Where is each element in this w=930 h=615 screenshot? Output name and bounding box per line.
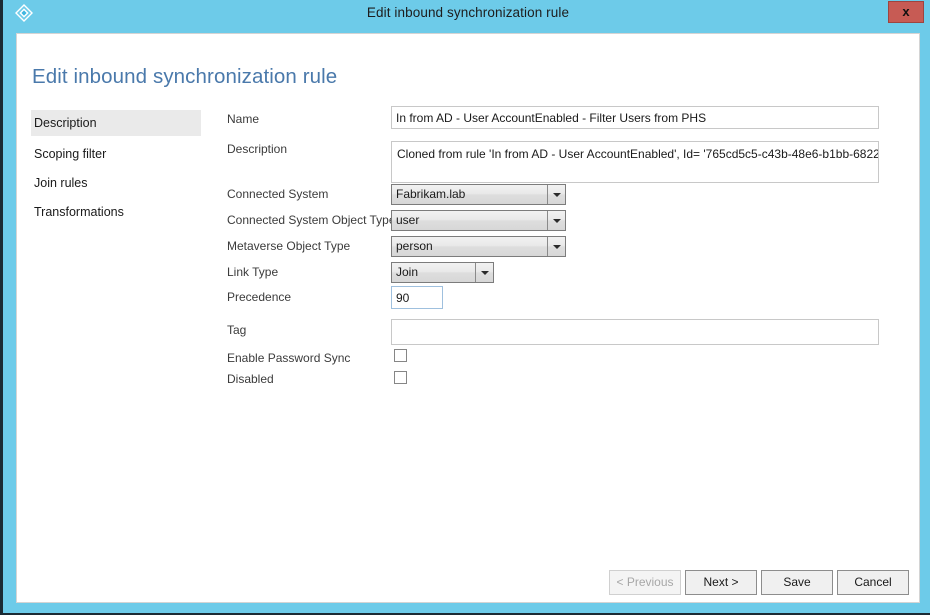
precedence-input[interactable] [391,286,443,309]
tag-label: Tag [227,323,247,337]
name-input[interactable] [391,106,879,129]
connected-system-object-type-label: Connected System Object Type [227,213,396,227]
connected-system-object-type-value: user [396,213,420,227]
link-type-label: Link Type [227,265,279,279]
tag-input[interactable] [391,319,879,345]
next-button[interactable]: Next > [685,570,757,595]
chevron-down-icon [547,185,565,204]
chevron-down-icon [475,263,493,282]
edit-sync-rule-window: Edit inbound synchronization rule x Edit… [0,0,930,615]
close-button[interactable]: x [888,1,924,23]
metaverse-object-type-value: person [396,239,433,253]
window-title: Edit inbound synchronization rule [366,5,570,20]
connected-system-object-type-dropdown[interactable]: user [391,210,566,231]
description-textarea[interactable]: Cloned from rule 'In from AD - User Acco… [391,141,879,183]
enable-password-sync-checkbox[interactable] [394,349,407,362]
connected-system-dropdown[interactable]: Fabrikam.lab [391,184,566,205]
link-type-value: Join [396,265,419,279]
chevron-down-icon [547,211,565,230]
connected-system-label: Connected System [227,187,329,201]
previous-button[interactable]: < Previous [609,570,681,595]
title-bar: Edit inbound synchronization rule x [3,0,930,26]
description-label: Description [227,142,288,156]
name-label: Name [227,112,260,126]
link-type-dropdown[interactable]: Join [391,262,494,283]
precedence-label: Precedence [227,290,292,304]
metaverse-object-type-dropdown[interactable]: person [391,236,566,257]
chevron-down-icon [547,237,565,256]
description-form: Name Description Cloned from rule 'In fr… [17,34,921,604]
save-button[interactable]: Save [761,570,833,595]
metaverse-object-type-label: Metaverse Object Type [227,239,351,253]
description-text: Cloned from rule 'In from AD - User Acco… [397,147,879,161]
dialog-client-area: Edit inbound synchronization rule Descri… [16,33,920,603]
enable-password-sync-label: Enable Password Sync [227,351,351,365]
cancel-button[interactable]: Cancel [837,570,909,595]
disabled-checkbox[interactable] [394,371,407,384]
disabled-label: Disabled [227,372,274,386]
connected-system-value: Fabrikam.lab [396,187,466,201]
